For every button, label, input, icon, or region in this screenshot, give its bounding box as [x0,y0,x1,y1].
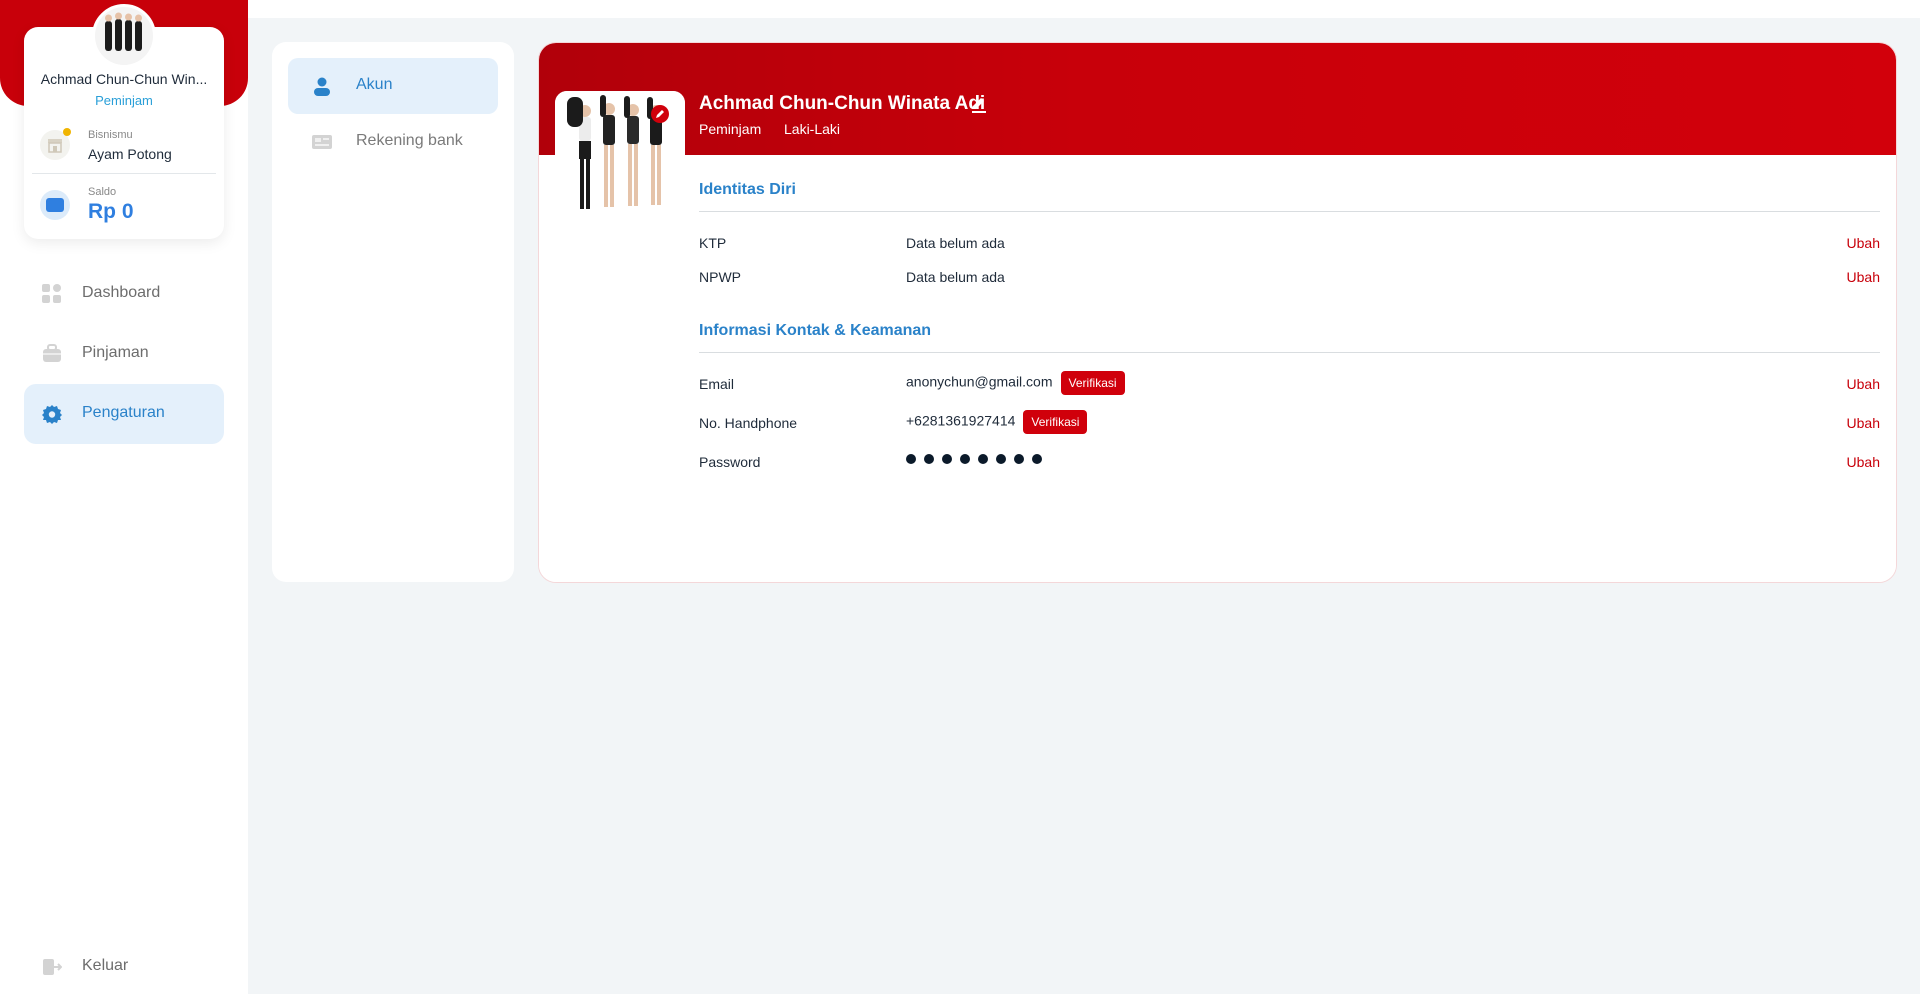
email-value: anonychun@gmail.com [906,373,1053,390]
identity-section-title: Identitas Diri [699,181,796,198]
divider [699,352,1880,353]
menu-item-akun[interactable]: Akun [288,58,498,114]
business-value: Ayam Potong [88,146,172,162]
settings-menu: Akun Rekening bank [272,42,514,582]
phone-edit-link[interactable]: Ubah [1847,415,1880,431]
password-edit-link[interactable]: Ubah [1847,454,1880,470]
contact-section-title: Informasi Kontak & Keamanan [699,322,932,339]
phone-value: +6281361927414 [906,412,1016,429]
user-icon [314,77,330,96]
logout-button[interactable]: Keluar [24,937,224,994]
account-body [539,155,1896,582]
account-card: Achmad Chun-Chun Winata Adi Peminjam Lak… [538,42,1897,583]
photo-edit-icon[interactable] [651,105,669,123]
npwp-value: Data belum ada [906,269,1005,285]
grid-icon [42,284,61,303]
email-edit-link[interactable]: Ubah [1847,376,1880,392]
account-role: Peminjam [699,121,762,137]
avatar-photo [95,7,153,65]
nav-label-pinjaman: Pinjaman [82,344,149,361]
logout-icon [43,959,62,975]
wallet-icon [40,190,70,220]
profile-name: Achmad Chun-Chun Win... [40,71,208,87]
ktp-edit-link[interactable]: Ubah [1847,235,1880,251]
password-mask [906,454,1042,464]
business-row: Bisnismu Ayam Potong [32,124,216,174]
balance-value: Rp 0 [88,200,134,223]
sidebar: Achmad Chun-Chun Win... Peminjam Bisnism… [0,0,248,994]
nav-label-pengaturan: Pengaturan [82,404,165,421]
nav-label-dashboard: Dashboard [82,284,161,301]
nav-item-pengaturan[interactable]: Pengaturan [24,384,224,444]
logout-label: Keluar [82,957,129,974]
bank-card-icon [312,135,332,149]
phone-label: No. Handphone [699,415,798,431]
password-label: Password [699,454,761,470]
nav-item-dashboard[interactable]: Dashboard [24,264,224,324]
briefcase-icon [43,344,61,362]
ktp-value: Data belum ada [906,235,1005,251]
email-verify-button[interactable]: Verifikasi [1060,371,1125,395]
top-bar [248,0,1920,18]
divider [699,211,1880,212]
balance-label: Saldo [88,186,117,198]
phone-verify-button[interactable]: Verifikasi [1023,410,1088,434]
account-gender: Laki-Laki [784,121,841,137]
account-name: Achmad Chun-Chun Winata Adi [699,93,986,114]
email-value-row: anonychun@gmail.com Verifikasi [906,371,1125,395]
menu-label-rekening-bank: Rekening bank [356,132,463,149]
status-dot [63,128,71,136]
menu-item-rekening-bank[interactable]: Rekening bank [288,114,498,170]
menu-label-akun: Akun [356,76,393,93]
gear-icon [42,405,62,424]
npwp-label: NPWP [699,269,741,285]
ktp-label: KTP [699,235,727,251]
edit-name-icon[interactable] [969,95,989,115]
avatar[interactable] [92,4,156,68]
nav-item-pinjaman[interactable]: Pinjaman [24,324,224,384]
business-label: Bisnismu [88,129,133,141]
profile-role: Peminjam [95,93,153,108]
email-label: Email [699,376,735,392]
balance-row: Saldo Rp 0 [32,182,216,230]
npwp-edit-link[interactable]: Ubah [1847,269,1880,285]
phone-value-row: +6281361927414 Verifikasi [906,410,1088,434]
